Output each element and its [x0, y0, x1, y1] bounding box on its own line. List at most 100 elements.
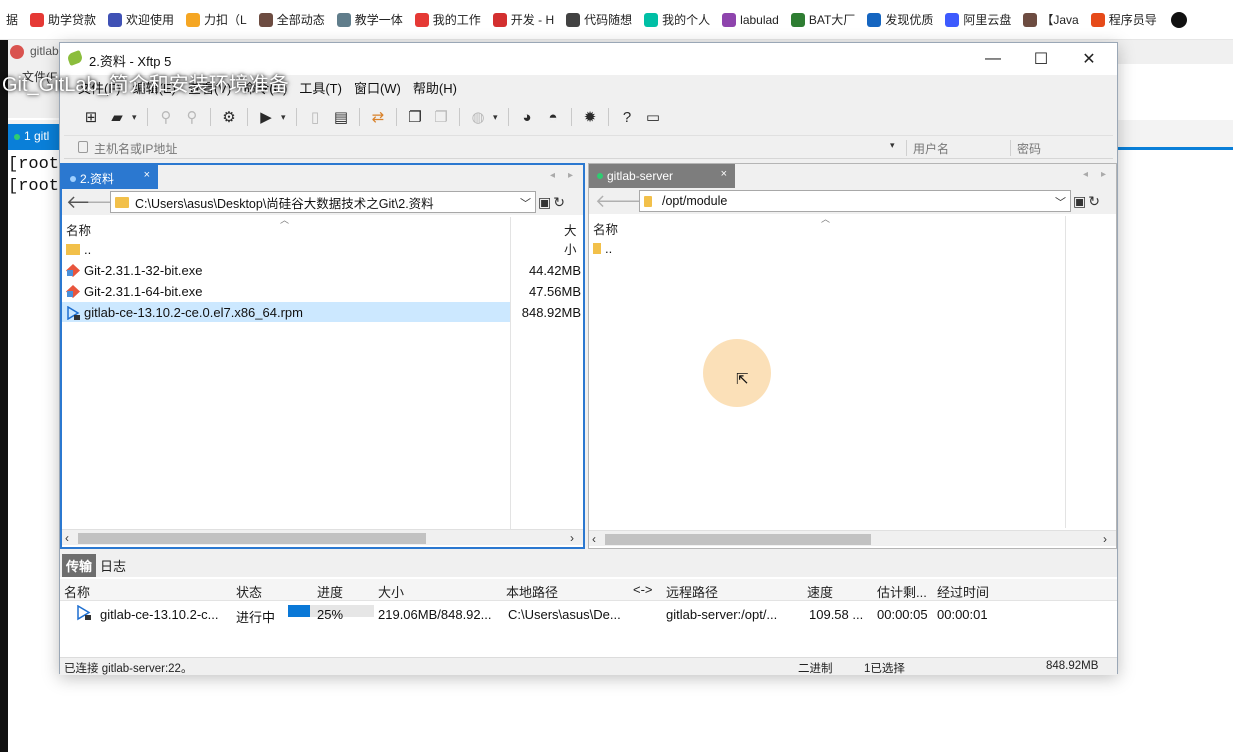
maximize-button[interactable]: ☐ — [1017, 43, 1065, 75]
run-icon[interactable]: ▶ — [255, 106, 277, 128]
refresh-icon[interactable]: ↻ — [553, 194, 565, 211]
remote-path-input[interactable]: /opt/module ﹀ — [639, 190, 1071, 212]
open-folder-icon[interactable]: ▰ — [106, 106, 128, 128]
local-horizontal-scrollbar[interactable]: ‹ › — [62, 529, 583, 545]
chevron-down-icon[interactable]: ﹀ — [520, 195, 531, 211]
column-size[interactable]: 大小 — [564, 220, 583, 258]
new-file-icon[interactable]: ▯ — [304, 106, 326, 128]
minimize-button[interactable]: — — [969, 43, 1017, 75]
chevron-down-icon[interactable]: ▾ — [493, 112, 501, 123]
transfer-row[interactable]: gitlab-ce-13.10.2-c... 进行中 25% 219.06MB/… — [60, 603, 1117, 625]
forward-arrow-icon[interactable]: 🡒 — [615, 191, 663, 211]
scroll-right-icon[interactable]: › — [570, 531, 574, 545]
help-icon[interactable]: ? — [616, 106, 638, 128]
chevron-down-icon[interactable]: ▾ — [890, 140, 895, 151]
file-row[interactable]: .. — [589, 238, 1065, 258]
bookmark-item[interactable]: 开发 - H — [487, 8, 560, 32]
header-remote-path[interactable]: 远程路径 — [666, 582, 718, 601]
bookmark-item[interactable]: 我的工作 — [409, 8, 487, 32]
header-name[interactable]: 名称 — [64, 582, 90, 601]
new-folder-icon[interactable]: ▣ — [1073, 193, 1086, 210]
tab-log[interactable]: 日志 — [96, 554, 130, 577]
bookmark-item[interactable]: 教学一体 — [331, 8, 409, 32]
link-icon[interactable]: ⚲ — [155, 106, 177, 128]
header-elapsed[interactable]: 经过时间 — [937, 582, 989, 601]
password-input[interactable]: 密码 — [1010, 140, 1110, 156]
bookmark-item[interactable]: 据 — [0, 8, 24, 32]
menu-help[interactable]: 帮助(H) — [407, 78, 463, 97]
column-name[interactable]: 名称 — [66, 220, 91, 239]
back-arrow-icon[interactable]: 🡐 — [595, 191, 643, 211]
maximize-icon: ☐ — [1033, 51, 1049, 68]
bookmark-item[interactable]: 程序员导 — [1085, 8, 1163, 32]
bookmark-item[interactable]: 发现优质 — [861, 8, 939, 32]
tab-scroll-left-icon[interactable]: ◂ — [1083, 169, 1088, 180]
file-row-selected[interactable]: gitlab-ce-13.10.2-ce.0.el7.x86_64.rpm — [62, 302, 510, 322]
unlink-icon[interactable]: ⚲ — [181, 106, 203, 128]
menu-tools[interactable]: 工具(T) — [293, 78, 348, 97]
new-folder-icon[interactable]: ▣ — [538, 194, 551, 211]
scrollbar-thumb[interactable] — [78, 533, 426, 544]
scroll-right-icon[interactable]: › — [1103, 532, 1107, 546]
bookmark-item[interactable]: labulad — [716, 8, 785, 32]
globe-icon[interactable]: ◍ — [467, 106, 489, 128]
back-arrow-icon[interactable]: 🡐 — [66, 192, 114, 212]
bookmark-item[interactable]: 阿里云盘 — [939, 8, 1017, 32]
local-path-input[interactable]: C:\Users\asus\Desktop\尚硅谷大数据技术之Git\2.资料 … — [110, 191, 536, 213]
bookmark-item[interactable]: 【Java — [1017, 8, 1084, 32]
scroll-left-icon[interactable]: ‹ — [592, 532, 596, 546]
remote-tab[interactable]: gitlab-server × — [589, 164, 735, 188]
bookmark-item[interactable]: 力扣（L — [180, 8, 253, 32]
chat-icon[interactable]: ▭ — [642, 106, 664, 128]
bookmark-item[interactable]: 助学贷款 — [24, 8, 102, 32]
scroll-left-icon[interactable]: ‹ — [65, 531, 69, 545]
bookmark-item[interactable]: 我的个人 — [638, 8, 716, 32]
refresh-icon[interactable]: ↻ — [1088, 193, 1100, 210]
xshell-icon[interactable]: ◕ — [516, 106, 538, 128]
settings-gear-icon[interactable]: ✹ — [579, 106, 601, 128]
file-row[interactable]: Git-2.31.1-32-bit.exe 44.42MB — [62, 260, 583, 280]
header-speed[interactable]: 速度 — [807, 582, 833, 601]
header-progress[interactable]: 进度 — [317, 582, 343, 601]
header-local-path[interactable]: 本地路径 — [506, 582, 558, 601]
file-row[interactable]: .. — [62, 239, 510, 259]
chevron-down-icon[interactable]: ▾ — [132, 112, 140, 123]
tab-close-icon[interactable]: × — [144, 169, 150, 181]
status-bar: 已连接 gitlab-server:22。 二进制 1已选择 848.92MB — [60, 657, 1117, 675]
tab-scroll-right-icon[interactable]: ▸ — [568, 170, 573, 181]
bookmark-item[interactable]: 代码随想 — [560, 8, 638, 32]
bookmark-item[interactable]: 全部动态 — [253, 8, 331, 32]
transfer-mode[interactable]: 二进制 — [798, 660, 833, 676]
tab-scroll-left-icon[interactable]: ◂ — [550, 170, 555, 181]
paste-icon[interactable]: ❐ — [430, 106, 452, 128]
terminal-tab[interactable]: 1 gitl — [8, 124, 60, 150]
header-direction[interactable]: <-> — [633, 582, 653, 597]
document-icon[interactable]: ▤ — [330, 106, 352, 128]
tab-transfer[interactable]: 传输 — [62, 553, 97, 577]
xftp-icon[interactable]: ◓ — [542, 106, 564, 128]
header-size[interactable]: 大小 — [378, 582, 404, 601]
forward-arrow-icon[interactable]: 🡒 — [86, 192, 134, 212]
menu-window[interactable]: 窗口(W) — [348, 78, 407, 97]
remote-horizontal-scrollbar[interactable]: ‹ › — [589, 530, 1116, 546]
column-name[interactable]: 名称 — [593, 219, 618, 238]
tab-close-icon[interactable]: × — [721, 168, 727, 180]
header-status[interactable]: 状态 — [236, 582, 262, 601]
header-eta[interactable]: 估计剩... — [877, 582, 927, 601]
scrollbar-thumb[interactable] — [605, 534, 871, 545]
host-input[interactable]: 主机名或IP地址 — [94, 140, 177, 157]
tab-scroll-right-icon[interactable]: ▸ — [1101, 169, 1106, 180]
copy-icon[interactable]: ❐ — [404, 106, 426, 128]
github-icon[interactable] — [1170, 11, 1187, 28]
close-button[interactable]: ✕ — [1065, 43, 1113, 75]
chevron-down-icon[interactable]: ▾ — [281, 112, 289, 123]
properties-icon[interactable]: ⚙ — [218, 106, 240, 128]
username-input[interactable]: 用户名 — [906, 140, 1010, 156]
bookmark-item[interactable]: BAT大厂 — [785, 8, 861, 32]
bookmark-item[interactable]: 欢迎使用 — [102, 8, 180, 32]
file-row[interactable]: Git-2.31.1-64-bit.exe 47.56MB — [62, 281, 583, 301]
local-tab[interactable]: 2.资料 × — [62, 165, 158, 189]
new-session-icon[interactable]: ⊞ — [80, 106, 102, 128]
chevron-down-icon[interactable]: ﹀ — [1055, 194, 1066, 210]
transfer-icon[interactable]: ⇄ — [367, 106, 389, 128]
